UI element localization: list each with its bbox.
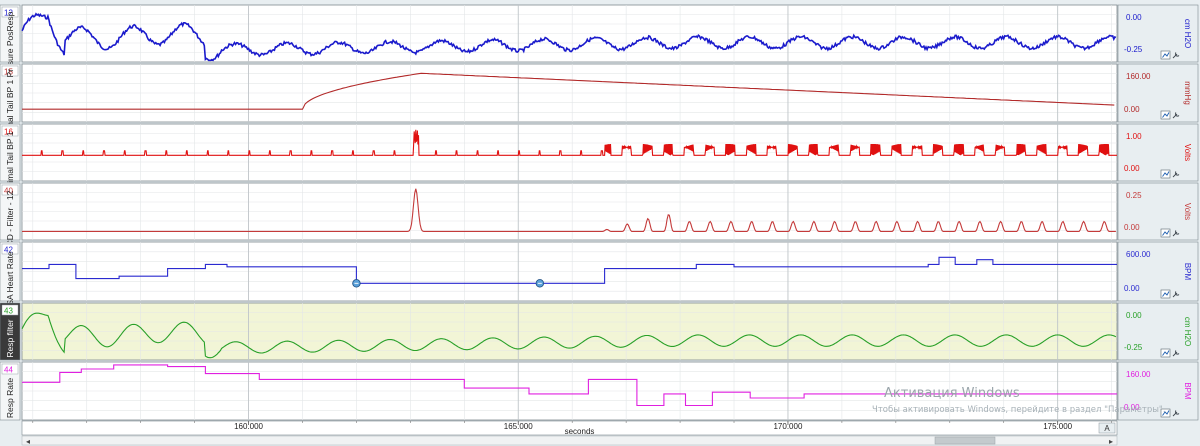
zoom-fit-icon[interactable] [1160,169,1171,179]
scale-top-value: 1.00 [1126,132,1142,141]
channel-pressure: 12ssure PosResp 0.00-0.25cm H2O [0,4,1199,69]
scale-top-value: 0.00 [1126,13,1142,22]
scale-bottom-value: 0.00 [1124,105,1140,114]
scale-top-value: 600.00 [1126,250,1151,259]
zoom-fit-icon[interactable] [1160,110,1171,120]
zoom-fit-icon[interactable] [1160,228,1171,238]
channel-name: ssure PosResp [5,11,15,69]
zoom-fit-icon[interactable] [1160,289,1171,299]
scale-bottom-value: -0.25 [1124,343,1143,352]
channel-tail_bp_raw: 16nimal Tail BP 1 1.000.00Volts [0,123,1199,187]
axis-tick-label: 165.000 [504,422,533,431]
channel-name: CD - Filter - 12 [5,190,15,246]
scale-bottom-value: 0.00 [1124,164,1140,173]
scale-bottom-value: 0.00 [1124,403,1140,412]
scrollbar-thumb[interactable] [934,436,996,445]
scale-top-value: 160.00 [1126,72,1151,81]
channel-unit: cm H2O [1183,317,1192,346]
channel-cd_filter: 40CD - Filter - 12 0.250.00Volts [0,182,1199,246]
channel-unit: Volts [1183,144,1192,161]
channel-unit: Volts [1183,203,1192,220]
axis-tick-label: 175.000 [1043,422,1072,431]
scroll-left-arrow: ◂ [26,437,30,446]
channel-name: Resp filter [5,319,15,357]
channel-tail_bp: 15imal Tail BP 1 Pr 160.000.00mmHg [0,63,1199,131]
axis-tick-label: 170.000 [773,422,802,431]
channel-name: SA Heart Rate [5,251,15,306]
axis-tick-label: 160.000 [234,422,263,431]
channel-heart_rate: 42SA Heart Rate 600.000.00BPM [0,241,1199,306]
chart-view: 12ssure PosResp 0.00-0.25cm H2O15imal Tai… [0,0,1200,446]
channel-resp_filter: 43 Resp filter 0.00 -0.25 cm H2O [0,302,1199,361]
scale-bottom-value: 0.00 [1124,223,1140,232]
channel-number: 43 [4,307,13,316]
zoom-fit-icon[interactable] [1160,348,1171,358]
channel-name: imal Tail BP 1 Pr [5,69,15,131]
scale-top-value: 160.00 [1126,370,1151,379]
channel-unit: BPM [1183,263,1192,281]
scale-bottom-value: -0.25 [1124,45,1143,54]
axis-zoom-label: A [1104,424,1110,433]
channel-unit: mmHg [1183,81,1192,105]
channel-number: 44 [4,366,13,375]
scale-top-value: 0.25 [1126,191,1142,200]
scale-bottom-value: 0.00 [1124,284,1140,293]
event-marker[interactable] [352,279,361,288]
channel-unit: BPM [1183,382,1192,400]
zoom-fit-icon[interactable] [1160,408,1171,418]
channel-name: Resp Rate [5,378,15,418]
event-marker[interactable] [535,279,545,288]
zoom-fit-icon[interactable] [1160,50,1171,60]
channel-resp_rate: 44 Resp Rate 160.00 0.00 BPM [0,361,1199,421]
scroll-right-arrow: ▸ [1109,437,1113,446]
channel-unit: cm H2O [1183,19,1192,48]
axis-label: seconds [565,427,595,436]
channel-name: nimal Tail BP 1 [5,131,15,187]
scale-top-value: 0.00 [1126,311,1142,320]
